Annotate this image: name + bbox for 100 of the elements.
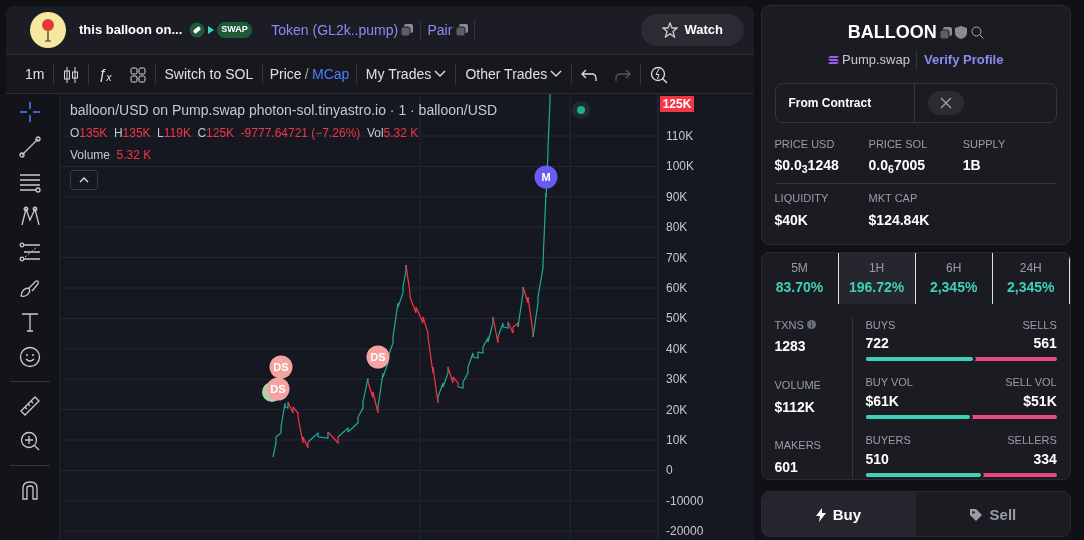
stat-value: 334: [1033, 449, 1057, 469]
volume-label: Volume: [70, 146, 111, 164]
axis-label: 20K: [666, 402, 688, 417]
tool-button[interactable]: [18, 205, 41, 228]
axis-label: 0: [666, 463, 673, 478]
chart-title: balloon/USD on Pump.swap photon-sol.tinyastro.io · 1 · balloon/USD: [70, 101, 498, 120]
star-icon: [661, 22, 678, 38]
stat-value: 1B: [962, 156, 982, 176]
x-icon: [939, 96, 952, 109]
axis-label: 100K: [666, 159, 695, 174]
ohlc-value: O135K: [70, 125, 108, 143]
smiley-icon: [18, 345, 41, 368]
axis-label: 40K: [666, 341, 688, 356]
axis-label: 110K: [666, 129, 694, 143]
pair-link[interactable]: Pair: [427, 19, 453, 41]
period-tab[interactable]: 6H 2,345%: [915, 252, 993, 304]
fib-levels-icon: [18, 240, 41, 263]
tool-button[interactable]: [18, 345, 41, 368]
chevron-icon: [550, 70, 563, 78]
axis-label: 50K: [666, 311, 688, 326]
mode-separator: /: [303, 64, 310, 84]
stat-label: LIQUIDITY: [774, 191, 830, 207]
stat-label: SUPPLY: [962, 136, 1007, 152]
stat-label: SELLERS: [1007, 433, 1057, 448]
stat-value: 510: [865, 449, 889, 469]
verify-link[interactable]: Verify Profile: [923, 49, 1004, 70]
axis-label: 30K: [666, 372, 688, 387]
stat-label: BUYS: [865, 317, 896, 333]
interval-button[interactable]: 1m: [16, 63, 54, 85]
tool-button[interactable]: [18, 135, 41, 158]
stat-label: SELLS: [1022, 317, 1057, 333]
stat-value: 1283: [774, 337, 807, 357]
tool-button[interactable]: [18, 429, 41, 452]
x-link-button[interactable]: [927, 90, 964, 115]
stat-value: 601: [774, 457, 799, 477]
stat-label: BUY VOL: [865, 375, 913, 391]
stat-value: $0.0$_{3}$1248: [774, 156, 840, 177]
current-price-tag: 125K: [660, 96, 694, 112]
candles-icon: [63, 65, 80, 84]
period-tab[interactable]: 1H 196.72%: [838, 252, 916, 304]
mode-option[interactable]: Price: [269, 63, 302, 85]
volume-reading: 5.32 K: [116, 146, 152, 164]
pill-icon: [188, 22, 205, 38]
price-change: -9777.64721 (−7.26%): [240, 125, 361, 143]
chevron-icon: [434, 70, 447, 78]
contract-label: From Contract: [775, 83, 915, 122]
ohlc-value: H135K: [113, 125, 151, 143]
axis-label: -20000: [666, 524, 704, 539]
copy-icon: [455, 24, 468, 36]
stripes-icon: [827, 54, 839, 65]
axis-label: 60K: [666, 281, 688, 295]
migration-marker[interactable]: M: [534, 165, 558, 189]
redo-icon: [615, 67, 632, 82]
axis-label: 80K: [666, 220, 688, 235]
axis-label: 10K: [666, 433, 688, 447]
stat-label: MAKERS: [774, 438, 821, 453]
copy-icon: [940, 26, 952, 39]
trend-line-icon: [18, 135, 41, 158]
balloon-logo-icon: [30, 12, 66, 48]
axis-label: -10000: [666, 493, 704, 508]
trade-tab[interactable]: Buy: [761, 491, 916, 536]
ohlc-value: L119K: [157, 125, 191, 143]
switch-button[interactable]: Switch to SOL: [155, 63, 263, 85]
mode-option[interactable]: MCap: [312, 63, 350, 85]
play-icon: [208, 26, 215, 34]
search-icon: [970, 26, 984, 40]
dex-name: Pump.swap: [842, 50, 910, 69]
stat-value: $112K: [774, 397, 816, 417]
indicators-button[interactable]: ƒ$_{x}$: [89, 63, 121, 85]
tool-button[interactable]: [18, 240, 41, 263]
caret-up-icon: [79, 177, 89, 183]
period-tab[interactable]: 24H 2,345%: [992, 252, 1070, 304]
copy-icon: [401, 24, 414, 36]
undo-icon: [581, 67, 598, 82]
lightning-icon: [816, 507, 827, 522]
stat-value: 561: [1033, 334, 1057, 353]
token-symbol: BALLOON: [847, 21, 937, 45]
stat-value: $61K: [865, 391, 899, 411]
stat-label: PRICE USD: [774, 136, 836, 152]
tool-button[interactable]: [18, 394, 41, 417]
stat-value: $124.84K: [868, 211, 931, 230]
swap-badge: SWAP: [217, 22, 252, 38]
period-tab[interactable]: 5M 83.70%: [761, 252, 839, 304]
stat-label: PRICE SOL: [868, 136, 929, 152]
stat-value: $40K: [774, 211, 809, 230]
dropdown-button[interactable]: My Trades: [356, 63, 456, 85]
stat-value: $51K: [1023, 391, 1057, 411]
axis-label: 70K: [666, 250, 688, 265]
crosshair-icon: [18, 100, 41, 123]
volume-value: Vol5.32 K: [366, 125, 419, 143]
tag-icon: [969, 507, 984, 522]
dropdown-button[interactable]: Other Trades: [456, 63, 572, 85]
token-link[interactable]: Token (GL2k..pump): [271, 19, 399, 41]
lightning-search-icon: [650, 65, 669, 84]
info-icon: [807, 320, 817, 330]
grid-icon: [129, 66, 146, 83]
stat-value: 0.0$_{6}$7005: [868, 156, 927, 177]
collapse-button[interactable]: [70, 170, 98, 190]
watch-button[interactable]: Watch: [640, 14, 744, 46]
zoom-in-icon: [18, 429, 41, 452]
